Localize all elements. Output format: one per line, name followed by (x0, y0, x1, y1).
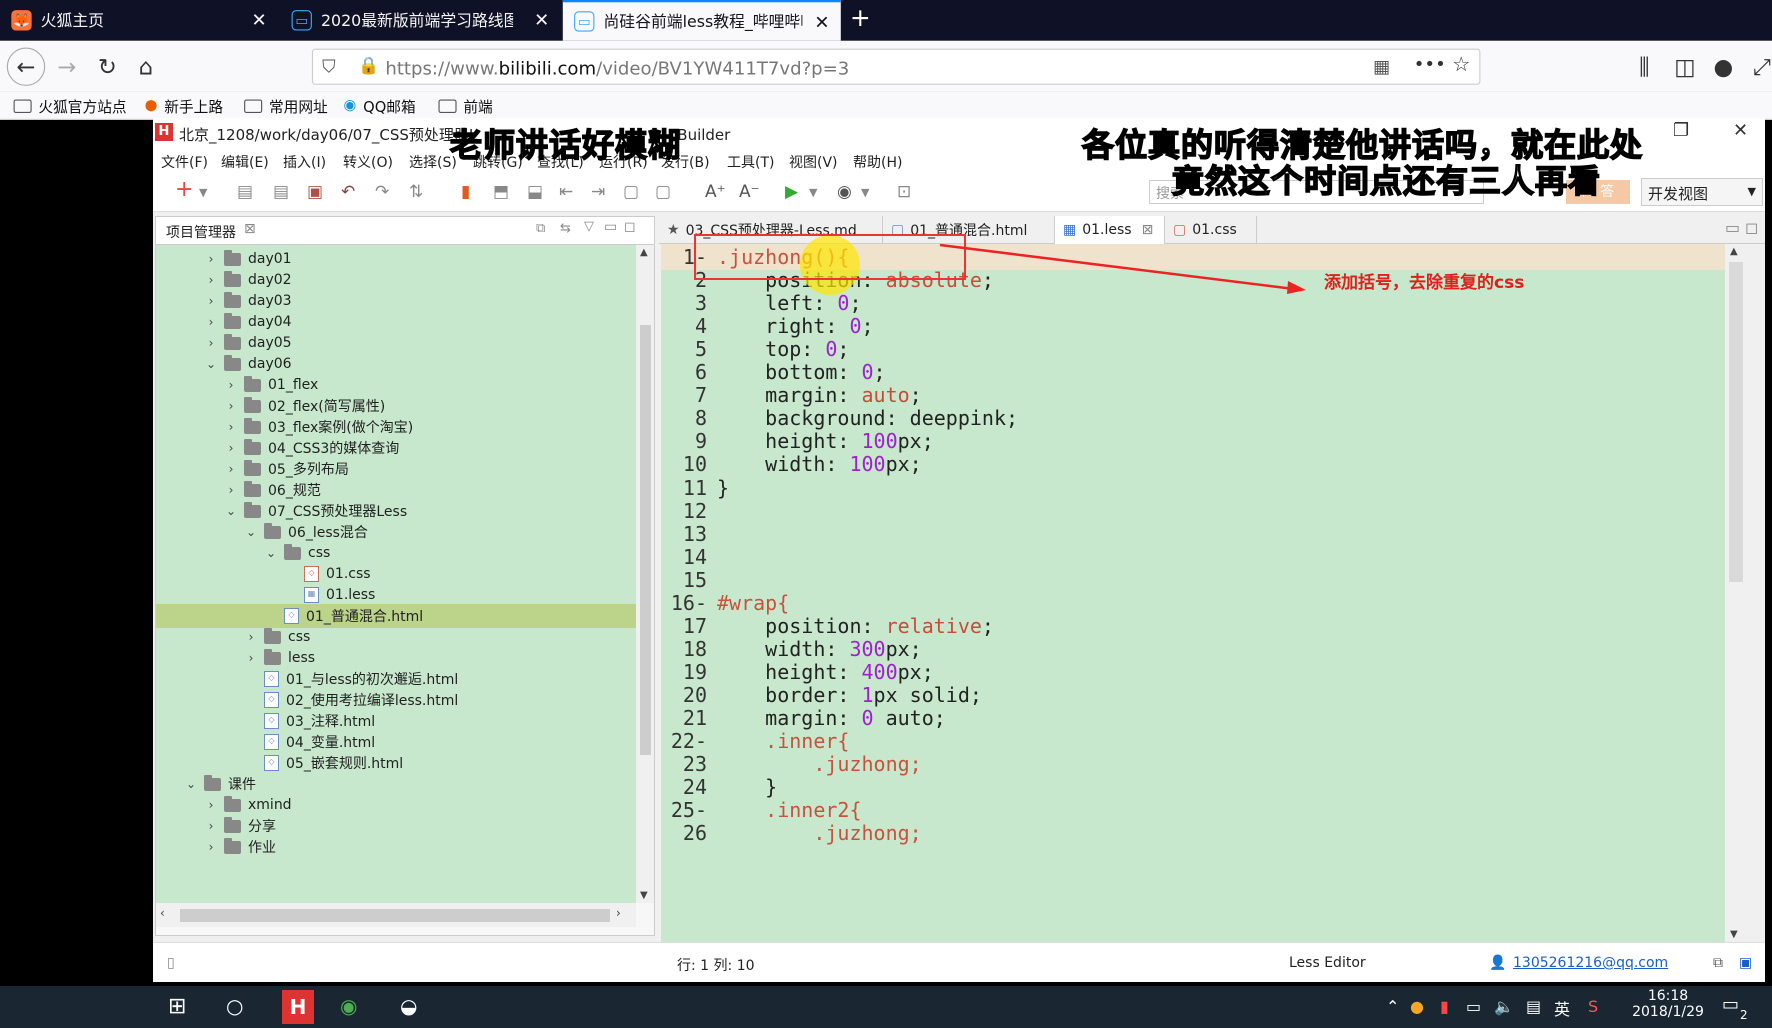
sogou-icon[interactable]: S (1588, 997, 1598, 1016)
windows-taskbar: ⊞ ○ H ◉ ◒ ⌃ ● ▮ ▭ 🔈 ▤ 英 S 16:18 2018/1/2… (0, 986, 1772, 1028)
app-icon[interactable]: ◒ (400, 994, 417, 1018)
volume-icon[interactable]: 🔈 (1494, 997, 1514, 1016)
annotation-text: 添加括号，去除重复的css (1324, 273, 1525, 293)
clock-date: 2018/1/29 (1632, 1004, 1704, 1020)
notification-count: 2 (1740, 1008, 1748, 1022)
ime-indicator[interactable]: 英 (1554, 996, 1570, 1020)
clock[interactable]: 16:18 2018/1/29 (1626, 988, 1710, 1020)
notification-icon[interactable]: ▭ (1722, 994, 1739, 1015)
network-icon[interactable]: ▭ (1466, 997, 1481, 1016)
danmaku-comment: 竟然这个时间点还有三人再看 (1171, 161, 1602, 201)
clock-time: 16:18 (1647, 988, 1689, 1004)
tray-app-icon[interactable]: ● (1410, 997, 1424, 1016)
chevron-up-icon[interactable]: ⌃ (1386, 997, 1399, 1016)
keyboard-icon[interactable]: ▤ (1526, 997, 1541, 1016)
danmaku-comment: 老师讲话好模糊 (449, 125, 682, 165)
tray-app-icon[interactable]: ▮ (1440, 997, 1449, 1016)
windows-start-icon[interactable]: ⊞ (168, 994, 186, 1019)
cortana-icon[interactable]: ○ (226, 994, 243, 1018)
hbuilder-taskbar-icon[interactable]: H (282, 990, 314, 1024)
chrome-icon[interactable]: ◉ (340, 994, 357, 1018)
screen: 🦊 火狐主页 ✕ ▭ 2020最新版前端学习路线图 - ​ ✕ ▭ 尚硅谷前端l… (0, 0, 1772, 1028)
